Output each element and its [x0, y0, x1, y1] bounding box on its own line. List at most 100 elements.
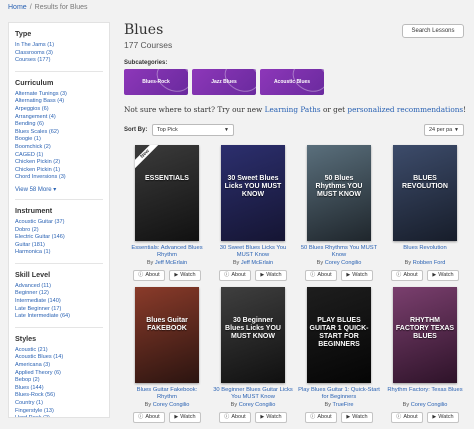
filter-option[interactable]: Advanced (11)	[15, 283, 103, 291]
filter-option[interactable]: Electric Guitar (146)	[15, 234, 103, 242]
per-page-select[interactable]: 24 per pa ▼	[424, 124, 464, 136]
about-button[interactable]: ⓘ About	[391, 270, 423, 281]
watch-button[interactable]: ▶ Watch	[341, 270, 373, 281]
subcategory-acoustic-blues[interactable]: Acoustic Blues	[260, 69, 324, 95]
course-actions: ⓘ About ▶ Watch	[210, 270, 296, 281]
filter-option[interactable]: Blues (144)	[15, 385, 103, 393]
about-button[interactable]: ⓘ About	[219, 412, 251, 423]
author-link[interactable]: Jeff McErlain	[155, 260, 187, 266]
filter-option[interactable]: In The Jams (1)	[15, 42, 103, 50]
watch-button[interactable]: ▶ Watch	[169, 270, 201, 281]
filter-option[interactable]: Hard Rock (2)	[15, 415, 103, 417]
about-label: About	[317, 414, 332, 420]
author-link[interactable]: Jeff McErlain	[241, 260, 273, 266]
course-actions: ⓘ About ▶ Watch	[124, 270, 210, 281]
author-link[interactable]: Corey Congilio	[153, 402, 190, 408]
filter-option[interactable]: Chord Inversions (3)	[15, 174, 103, 182]
filter-option[interactable]: Bebop (2)	[15, 377, 103, 385]
course-cover-image[interactable]: RHYTHM FACTORY TEXAS BLUES	[393, 287, 457, 383]
filter-option[interactable]: Americana (3)	[15, 362, 103, 370]
course-card: BLUES REVOLUTION Blues Revolution By Robbe…	[382, 145, 468, 287]
about-button[interactable]: ⓘ About	[133, 412, 165, 423]
about-button[interactable]: ⓘ About	[219, 270, 251, 281]
watch-label: Watch	[266, 272, 282, 278]
subcategory-jazz-blues[interactable]: Jazz Blues	[192, 69, 256, 95]
course-title-link[interactable]: 30 Sweet Blues Licks You MUST Know	[212, 245, 294, 259]
filter-option[interactable]: Late Intermediate (64)	[15, 313, 103, 321]
watch-button[interactable]: ▶ Watch	[169, 412, 201, 423]
watch-button[interactable]: ▶ Watch	[255, 270, 287, 281]
filter-option[interactable]: Fingerstyle (13)	[15, 408, 103, 416]
author-link[interactable]: Corey Congilio	[325, 260, 362, 266]
subcategories-label: Subcategories:	[124, 60, 168, 66]
filter-option[interactable]: Harmonica (1)	[15, 249, 103, 257]
course-title-link[interactable]: Play Blues Guitar 1: Quick-Start for Beg…	[298, 387, 380, 401]
filter-option[interactable]: Applied Theory (6)	[15, 370, 103, 378]
filter-option[interactable]: Arpeggios (6)	[15, 106, 103, 114]
course-actions: ⓘ About ▶ Watch	[382, 412, 468, 423]
author-link[interactable]: TrueFire	[333, 402, 354, 408]
breadcrumb-home-link[interactable]: Home	[8, 4, 27, 11]
author-link[interactable]: Corey Congilio	[239, 402, 276, 408]
filter-section: Type In The Jams (1) Classrooms (3) Courses…	[15, 29, 103, 72]
filter-option[interactable]: Arrangement (4)	[15, 114, 103, 122]
course-cover-image[interactable]: BLUES REVOLUTION	[393, 145, 457, 241]
about-button[interactable]: ⓘ About	[391, 412, 423, 423]
filter-option[interactable]: Boomchick (2)	[15, 144, 103, 152]
filter-option[interactable]: Acoustic Blues (14)	[15, 354, 103, 362]
filter-option[interactable]: Blues-Rock (56)	[15, 392, 103, 400]
course-author: By TrueFire	[324, 402, 354, 408]
author-link[interactable]: Corey Congilio	[411, 402, 448, 408]
filter-option[interactable]: Late Beginner (17)	[15, 306, 103, 314]
about-button[interactable]: ⓘ About	[305, 412, 337, 423]
subcategory-blues-rock[interactable]: Blues-Rock	[124, 69, 188, 95]
filter-option[interactable]: Guitar (181)	[15, 242, 103, 250]
filter-option[interactable]: Beginner (12)	[15, 290, 103, 298]
about-button[interactable]: ⓘ About	[305, 270, 337, 281]
view-more-link[interactable]: View 58 More ▾	[15, 186, 103, 193]
course-title-link[interactable]: 50 Blues Rhythms You MUST Know	[298, 245, 380, 259]
filter-option[interactable]: Chicken Pickin (1)	[15, 167, 103, 175]
new-badge: New	[135, 145, 162, 171]
course-cover-image[interactable]: Blues Guitar FAKEBOOK	[135, 287, 199, 383]
play-icon: ▶	[432, 272, 437, 278]
filter-option[interactable]: Blues Scales (62)	[15, 129, 103, 137]
author-link[interactable]: Robben Ford	[413, 260, 446, 266]
filter-option[interactable]: Intermediate (140)	[15, 298, 103, 306]
filter-option[interactable]: Alternate Tunings (3)	[15, 91, 103, 99]
course-title-link[interactable]: Essentials: Advanced Blues Rhythm	[126, 245, 208, 259]
recommendations-link[interactable]: personalized recommendations	[347, 105, 463, 114]
watch-label: Watch	[438, 272, 454, 278]
watch-button[interactable]: ▶ Watch	[427, 412, 459, 423]
filter-option[interactable]: CAGED (1)	[15, 152, 103, 160]
cover-title-text: 30 Beginner Blues Licks YOU MUST KNOW	[225, 317, 281, 340]
course-title-link[interactable]: Blues Revolution	[384, 245, 466, 259]
course-title-link[interactable]: Rhythm Factory: Texas Blues	[384, 387, 466, 401]
sort-select[interactable]: Top Pick ▼	[152, 124, 234, 136]
course-title-link[interactable]: 30 Beginner Blues Guitar Licks You MUST …	[212, 387, 294, 401]
course-cover-image[interactable]: 50 Blues Rhythms YOU MUST KNOW	[307, 145, 371, 241]
watch-button[interactable]: ▶ Watch	[427, 270, 459, 281]
filter-option[interactable]: Country (1)	[15, 400, 103, 408]
about-label: About	[145, 414, 160, 420]
filter-option[interactable]: Dobro (2)	[15, 227, 103, 235]
search-lessons-button[interactable]: Search Lessons	[402, 24, 464, 38]
course-title-link[interactable]: Blues Guitar Fakebook: Rhythm	[126, 387, 208, 401]
watch-button[interactable]: ▶ Watch	[255, 412, 287, 423]
filter-option[interactable]: Acoustic Guitar (37)	[15, 219, 103, 227]
filter-option[interactable]: Alternating Bass (4)	[15, 98, 103, 106]
filter-option[interactable]: Acoustic (21)	[15, 347, 103, 355]
filter-option[interactable]: Boogie (1)	[15, 136, 103, 144]
learning-paths-link[interactable]: Learning Paths	[265, 105, 321, 114]
course-cover-image[interactable]: PLAY BLUES GUITAR 1 QUICK-START FOR BEGI…	[307, 287, 371, 383]
course-cover-image[interactable]: ESSENTIALS New	[135, 145, 199, 241]
filter-option[interactable]: Courses (177)	[15, 57, 103, 65]
filter-option[interactable]: Classrooms (3)	[15, 50, 103, 58]
course-cover-image[interactable]: 30 Sweet Blues Licks YOU MUST KNOW	[221, 145, 285, 241]
watch-button[interactable]: ▶ Watch	[341, 412, 373, 423]
course-cover-image[interactable]: 30 Beginner Blues Licks YOU MUST KNOW	[221, 287, 285, 383]
filter-option[interactable]: Bending (6)	[15, 121, 103, 129]
filter-option[interactable]: Chicken Pickin (2)	[15, 159, 103, 167]
info-icon: ⓘ	[224, 414, 230, 420]
about-button[interactable]: ⓘ About	[133, 270, 165, 281]
